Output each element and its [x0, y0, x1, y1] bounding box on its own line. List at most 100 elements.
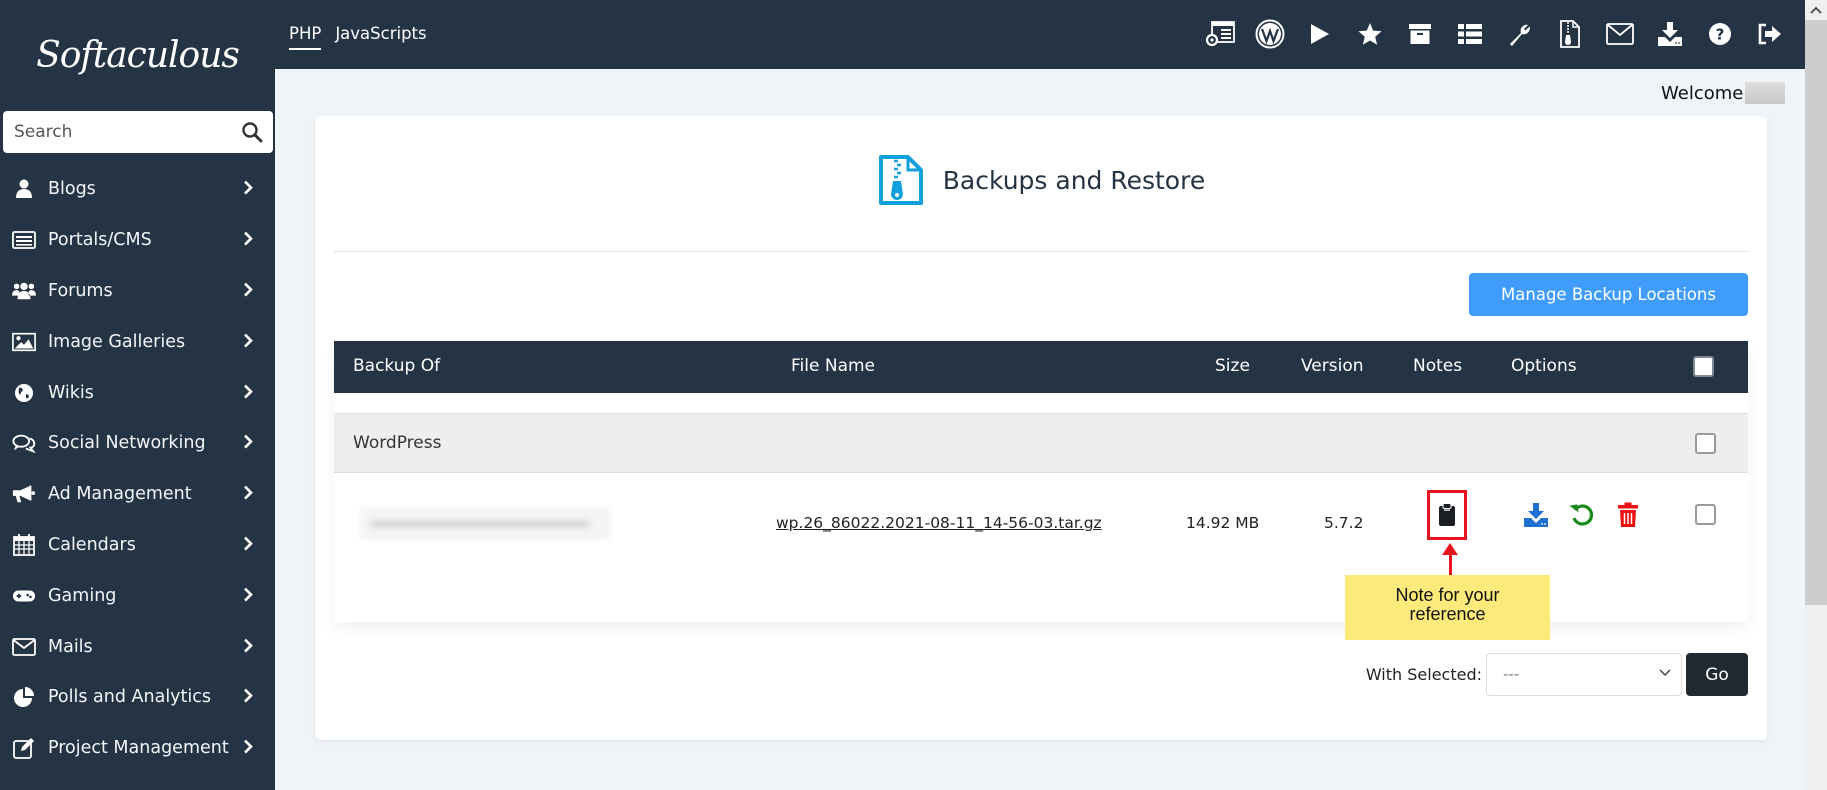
sidebar-item-label: Project Management — [48, 738, 229, 759]
chevron-right-icon — [244, 536, 253, 551]
trash-icon — [1618, 502, 1638, 527]
search-icon[interactable] — [237, 117, 267, 147]
scroll-up-arrow-icon[interactable] — [1805, 0, 1827, 20]
sidebar-item-gaming[interactable]: Gaming — [0, 570, 275, 621]
download-icon — [1524, 503, 1548, 527]
wrench-icon[interactable] — [1495, 16, 1545, 52]
tab-php[interactable]: PHP — [289, 0, 322, 50]
admin-panel-icon[interactable] — [1195, 16, 1245, 52]
bulk-actions: With Selected: --- Go — [1366, 653, 1748, 696]
backup-file-icon — [878, 155, 923, 205]
chevron-right-icon — [244, 739, 253, 754]
sidebar-item-forums[interactable]: Forums — [0, 266, 275, 317]
restore-backup-button[interactable] — [1568, 501, 1596, 529]
chevron-right-icon — [244, 333, 253, 348]
download-backup-button[interactable] — [1522, 501, 1550, 529]
table-header: Backup Of File Name Size Version Notes O… — [334, 341, 1748, 393]
bullhorn-icon — [12, 483, 36, 505]
backup-file-icon[interactable] — [1545, 16, 1595, 52]
sidebar-item-portals-cms[interactable]: Portals/CMS — [0, 215, 275, 266]
column-header-size: Size — [1215, 356, 1250, 376]
comments-icon — [12, 432, 36, 454]
sidebar-item-wikis[interactable]: Wikis — [0, 367, 275, 418]
backup-size: 14.92 MB — [1186, 514, 1260, 532]
delete-backup-button[interactable] — [1614, 501, 1642, 529]
chevron-down-icon — [1659, 669, 1671, 677]
calendar-icon — [12, 533, 36, 556]
sidebar-item-project-management[interactable]: Project Management — [0, 723, 275, 774]
chevron-right-icon — [244, 181, 253, 195]
image-icon — [12, 331, 36, 353]
envelope-icon — [12, 636, 36, 658]
annotation-note: Note for your reference — [1345, 575, 1550, 640]
chevron-right-icon — [244, 638, 253, 653]
welcome-message: Welcome — [1661, 82, 1786, 104]
group-name: WordPress — [353, 433, 442, 453]
welcome-text: Welcome — [1661, 82, 1744, 104]
sidebar-item-polls-and-analytics[interactable]: Polls and Analytics — [0, 672, 275, 723]
column-header-backup-of: Backup Of — [353, 356, 441, 376]
sidebar-item-mails[interactable]: Mails — [0, 621, 275, 672]
annotation-line-1: Note for your — [1395, 585, 1500, 605]
sidebar-item-calendars[interactable]: Calendars — [0, 520, 275, 571]
search-input[interactable] — [3, 122, 237, 142]
backup-file-link[interactable]: wp.26_86022.2021-08-11_14-56-03.tar.gz — [776, 514, 1102, 532]
play-icon[interactable] — [1295, 16, 1345, 52]
sidebar-search — [3, 111, 273, 153]
backup-version: 5.7.2 — [1324, 514, 1364, 532]
sidebar-item-label: Gaming — [48, 585, 117, 606]
notes-button[interactable] — [1427, 490, 1467, 540]
go-button[interactable]: Go — [1686, 653, 1748, 696]
sidebar-item-label: Calendars — [48, 534, 136, 555]
tab-javascripts[interactable]: JavaScripts — [335, 0, 426, 50]
wordpress-icon[interactable] — [1245, 16, 1295, 52]
chevron-right-icon — [244, 689, 253, 703]
clipboard-icon — [1439, 503, 1455, 526]
column-header-file-name: File Name — [791, 356, 876, 376]
with-selected-label: With Selected: — [1365, 665, 1482, 684]
manage-backup-locations-button[interactable]: Manage Backup Locations — [1469, 273, 1748, 316]
sidebar-item-label: Wikis — [48, 382, 94, 403]
sidebar-item-ad-management[interactable]: Ad Management — [0, 469, 275, 520]
table-spacer — [334, 393, 1748, 414]
softaculous-logo[interactable]: Softaculous — [30, 18, 245, 93]
chevron-right-icon — [244, 435, 253, 449]
column-header-version: Version — [1301, 356, 1364, 376]
select-all-checkbox[interactable] — [1693, 356, 1714, 377]
header-divider — [334, 251, 1748, 252]
chevron-right-icon — [244, 587, 253, 602]
logout-icon[interactable] — [1745, 16, 1795, 52]
globe-icon — [12, 382, 36, 404]
sidebar: Softaculous Blogs Portals/CMS Forums Ima… — [0, 0, 275, 790]
bulk-action-select[interactable]: --- — [1486, 653, 1682, 696]
sidebar-item-social-networking[interactable]: Social Networking — [0, 418, 275, 469]
sidebar-item-label: Portals/CMS — [48, 230, 152, 251]
archive-icon[interactable] — [1395, 16, 1445, 52]
scrollbar-thumb[interactable] — [1805, 20, 1827, 605]
page-title: Backups and Restore — [942, 165, 1206, 195]
sidebar-item-image-galleries[interactable]: Image Galleries — [0, 316, 275, 367]
svg-text:?: ? — [1716, 26, 1725, 44]
sidebar-item-blogs[interactable]: Blogs — [0, 164, 275, 215]
chevron-right-icon — [244, 231, 253, 246]
page-scrollbar[interactable] — [1805, 0, 1827, 790]
username-redacted — [1745, 82, 1786, 104]
row-select-checkbox[interactable] — [1695, 504, 1716, 525]
column-header-notes: Notes — [1413, 356, 1463, 376]
page-header: Backups and Restore — [315, 154, 1767, 206]
sidebar-item-label: Social Networking — [48, 433, 206, 454]
user-icon — [12, 178, 36, 200]
sidebar-nav: Blogs Portals/CMS Forums Image Galleries… — [0, 164, 275, 774]
edit-icon — [12, 737, 36, 760]
sidebar-item-label: Polls and Analytics — [48, 687, 211, 708]
help-icon[interactable]: ? — [1695, 16, 1745, 52]
chevron-right-icon — [244, 282, 253, 297]
envelope-icon[interactable] — [1595, 16, 1645, 52]
list-icon[interactable] — [1445, 16, 1495, 52]
gamepad-icon — [12, 585, 36, 607]
group-select-checkbox[interactable] — [1695, 433, 1716, 454]
top-bar: PHP JavaScripts ? — [275, 0, 1805, 69]
download-icon[interactable] — [1645, 16, 1695, 52]
annotation-line-2: reference — [1409, 604, 1486, 624]
star-icon[interactable] — [1345, 16, 1395, 52]
